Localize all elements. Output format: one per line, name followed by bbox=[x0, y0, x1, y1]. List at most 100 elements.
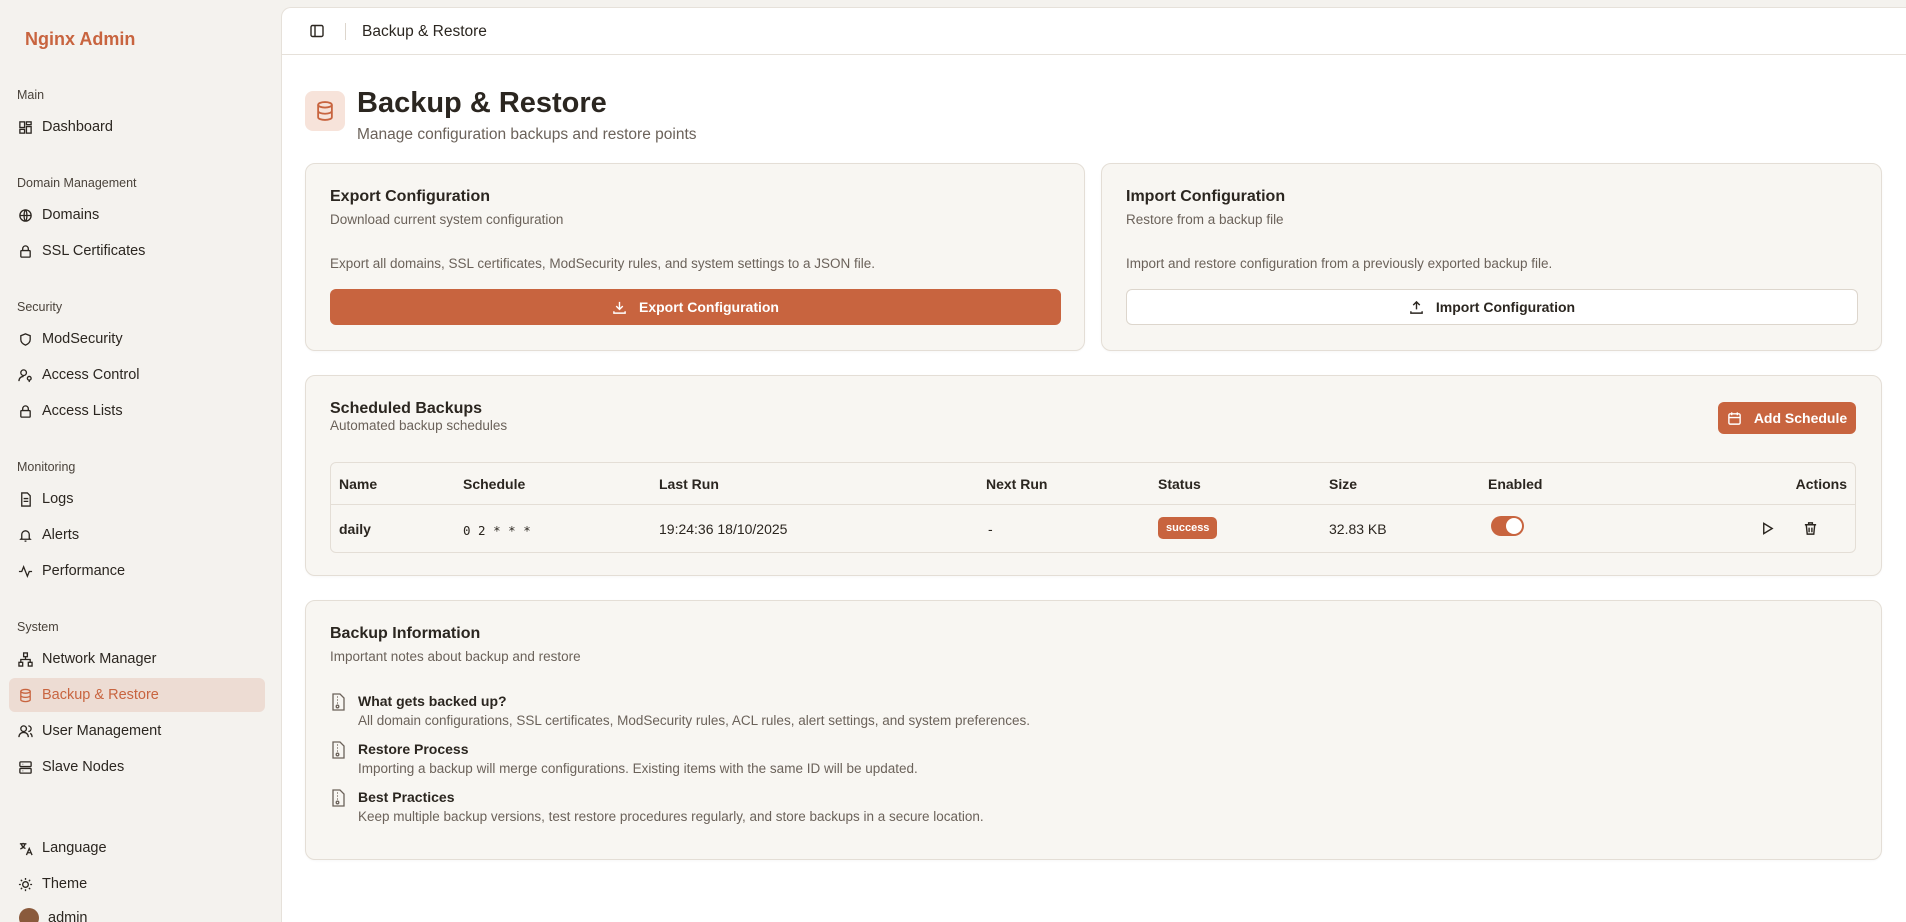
sidebar-item-label: Theme bbox=[42, 876, 88, 892]
sidebar-item-user-management[interactable]: User Management bbox=[9, 714, 265, 748]
sidebar-item-logs[interactable]: Logs bbox=[9, 482, 265, 516]
file-archive-icon bbox=[332, 693, 345, 711]
info-item-title: What gets backed up? bbox=[358, 693, 507, 709]
file-archive-icon bbox=[332, 789, 345, 807]
section-label-security: Security bbox=[17, 300, 63, 314]
delete-schedule-button[interactable] bbox=[1801, 519, 1819, 537]
export-configuration-button[interactable]: Export Configuration bbox=[330, 289, 1061, 325]
sidebar-item-alerts[interactable]: Alerts bbox=[9, 518, 265, 552]
sidebar-item-slave-nodes[interactable]: Slave Nodes bbox=[9, 750, 265, 784]
translate-icon bbox=[17, 840, 33, 856]
cell-size: 32.83 KB bbox=[1329, 521, 1387, 537]
button-label: Import Configuration bbox=[1435, 299, 1576, 315]
database-icon bbox=[317, 101, 333, 121]
topbar: Backup & Restore bbox=[282, 8, 1906, 55]
sidebar-item-theme[interactable]: Theme bbox=[9, 867, 265, 901]
column-header-last-run: Last Run bbox=[659, 476, 719, 492]
trash-icon bbox=[1804, 521, 1816, 535]
network-icon bbox=[17, 651, 33, 667]
sidebar-item-label: Access Lists bbox=[42, 403, 123, 419]
dashboard-icon bbox=[17, 119, 33, 135]
sidebar-item-label: Network Manager bbox=[42, 651, 157, 667]
info-item-text: Keep multiple backup versions, test rest… bbox=[358, 809, 984, 824]
user-key-icon bbox=[17, 367, 33, 383]
sidebar-item-label: Logs bbox=[42, 491, 74, 507]
page-subtitle: Manage configuration backups and restore… bbox=[357, 126, 697, 143]
info-item-text: All domain configurations, SSL certifica… bbox=[358, 713, 1031, 728]
sidebar-item-backup-restore[interactable]: Backup & Restore bbox=[9, 678, 265, 712]
cell-next-run: - bbox=[988, 521, 993, 537]
lock-icon bbox=[17, 403, 33, 419]
info-item-text: Importing a backup will merge configurat… bbox=[358, 761, 918, 776]
toggle-knob bbox=[1506, 518, 1522, 534]
sidebar-item-dashboard[interactable]: Dashboard bbox=[9, 110, 265, 144]
sidebar-item-language[interactable]: Language bbox=[9, 831, 265, 865]
import-configuration-button[interactable]: Import Configuration bbox=[1126, 289, 1858, 325]
bell-icon bbox=[17, 527, 33, 543]
export-card: Export Configuration Download current sy… bbox=[305, 163, 1085, 351]
server-icon bbox=[17, 759, 33, 775]
sidebar-item-network-manager[interactable]: Network Manager bbox=[9, 642, 265, 676]
activity-icon bbox=[17, 563, 33, 579]
schedules-table: Name Schedule Last Run Next Run Status S… bbox=[330, 462, 1856, 553]
card-title: Scheduled Backups bbox=[330, 400, 483, 417]
info-item-title: Restore Process bbox=[358, 741, 469, 757]
scheduled-backups-card: Scheduled Backups Automated backup sched… bbox=[305, 375, 1882, 576]
users-icon bbox=[17, 723, 33, 739]
file-text-icon bbox=[17, 491, 33, 507]
run-now-button[interactable] bbox=[1758, 519, 1776, 537]
cell-schedule: 0 2 * * * bbox=[463, 523, 531, 538]
user-name[interactable]: admin bbox=[48, 910, 88, 922]
play-icon bbox=[1762, 521, 1774, 535]
brand-logo[interactable]: Nginx Admin bbox=[25, 29, 135, 50]
sidebar-item-label: Slave Nodes bbox=[42, 759, 125, 775]
sidebar-toggle-button[interactable] bbox=[308, 22, 326, 40]
sidebar-item-label: ModSecurity bbox=[42, 331, 123, 347]
backup-information-card: Backup Information Important notes about… bbox=[305, 600, 1882, 860]
add-schedule-button[interactable]: Add Schedule bbox=[1718, 402, 1856, 434]
sidebar-item-label: SSL Certificates bbox=[42, 243, 146, 259]
page-title: Backup & Restore bbox=[357, 87, 607, 119]
card-title: Import Configuration bbox=[1126, 188, 1286, 205]
card-description: Restore from a backup file bbox=[1126, 212, 1284, 227]
column-header-size: Size bbox=[1329, 476, 1358, 492]
sidebar-item-modsecurity[interactable]: ModSecurity bbox=[9, 322, 265, 356]
shield-icon bbox=[17, 331, 33, 347]
divider bbox=[345, 23, 346, 40]
card-title: Backup Information bbox=[330, 625, 481, 642]
button-label: Export Configuration bbox=[639, 299, 779, 315]
card-description: Important notes about backup and restore bbox=[330, 649, 581, 664]
divider bbox=[331, 504, 1855, 505]
sidebar-item-label: Alerts bbox=[42, 527, 80, 543]
column-header-status: Status bbox=[1158, 476, 1201, 492]
sidebar-item-label: Backup & Restore bbox=[42, 687, 159, 703]
download-icon bbox=[613, 301, 626, 314]
avatar[interactable] bbox=[19, 908, 39, 922]
column-header-actions: Actions bbox=[1795, 476, 1847, 492]
sidebar-item-label: Domains bbox=[42, 207, 100, 223]
sidebar-item-label: Performance bbox=[42, 563, 126, 579]
column-header-enabled: Enabled bbox=[1488, 476, 1543, 492]
sidebar-item-performance[interactable]: Performance bbox=[9, 554, 265, 588]
sidebar-item-access-control[interactable]: Access Control bbox=[9, 358, 265, 392]
card-description: Download current system configuration bbox=[330, 212, 564, 227]
page-header-icon bbox=[305, 91, 345, 131]
sidebar-item-ssl-certificates[interactable]: SSL Certificates bbox=[9, 234, 265, 268]
section-label-main: Main bbox=[17, 88, 45, 102]
column-header-next-run: Next Run bbox=[986, 476, 1048, 492]
column-header-schedule: Schedule bbox=[463, 476, 526, 492]
sidebar-item-label: Dashboard bbox=[42, 119, 113, 135]
sidebar-item-domains[interactable]: Domains bbox=[9, 198, 265, 232]
breadcrumb: Backup & Restore bbox=[362, 23, 487, 40]
info-item-title: Best Practices bbox=[358, 789, 455, 805]
cell-last-run: 19:24:36 18/10/2025 bbox=[659, 521, 788, 537]
card-description: Automated backup schedules bbox=[330, 418, 508, 433]
sidebar-item-label: Access Control bbox=[42, 367, 140, 383]
globe-icon bbox=[17, 207, 33, 223]
database-icon bbox=[17, 687, 33, 703]
sidebar-item-label: User Management bbox=[42, 723, 162, 739]
sidebar-item-access-lists[interactable]: Access Lists bbox=[9, 394, 265, 428]
card-text: Export all domains, SSL certificates, Mo… bbox=[330, 256, 875, 271]
enabled-toggle[interactable] bbox=[1491, 516, 1524, 536]
calendar-icon bbox=[1727, 411, 1741, 425]
